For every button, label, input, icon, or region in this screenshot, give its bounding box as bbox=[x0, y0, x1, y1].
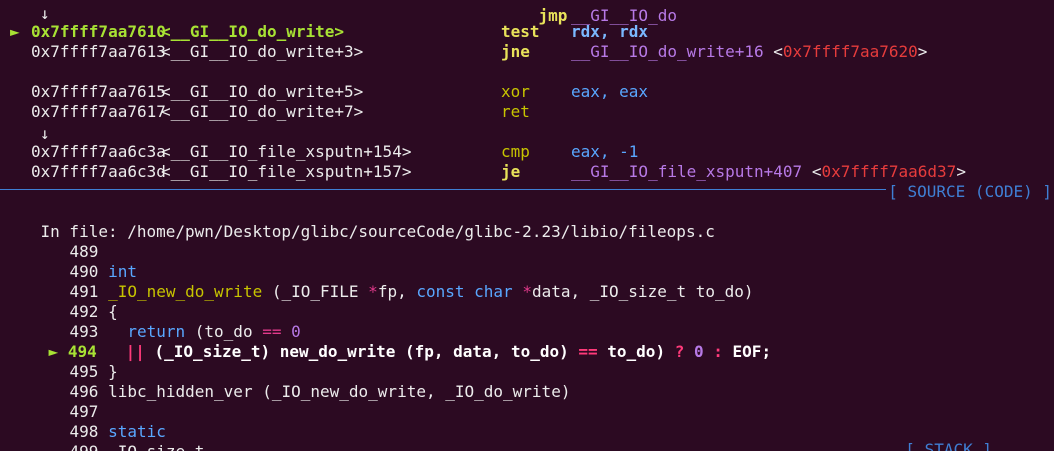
source-text: || (_IO_size_t) new_do_write (fp, data, … bbox=[125, 342, 772, 361]
disasm-operands: eax, -1 bbox=[571, 142, 639, 161]
stack-section-label: [ STACK ] bbox=[905, 440, 992, 451]
current-instruction-marker-icon: ► bbox=[10, 22, 20, 41]
source-line: 497 bbox=[31, 382, 99, 421]
disasm-operands: __GI__IO_do_write+16 <0x7ffff7aa7620> bbox=[571, 42, 928, 61]
disasm-mnemonic: jne bbox=[501, 42, 530, 61]
disasm-symbol: <__GI__IO_do_write> bbox=[161, 22, 345, 41]
jump-target-address: 0x7ffff7aa6d37 bbox=[821, 162, 957, 181]
flow-arrow-icon: ↓ bbox=[40, 4, 50, 23]
disasm-symbol: <__GI__IO_do_write+3> bbox=[161, 42, 364, 61]
disasm-row: 0x7ffff7aa6c3a <__GI__IO_file_xsputn+154… bbox=[0, 142, 1054, 162]
disasm-mnemonic: test bbox=[501, 22, 540, 41]
disasm-mnemonic: ret bbox=[501, 102, 530, 121]
disasm-symbol: <__GI__IO_file_xsputn+154> bbox=[161, 142, 412, 161]
disasm-symbol: <__GI__IO_do_write+5> bbox=[161, 82, 364, 101]
disasm-mnemonic: cmp bbox=[501, 142, 530, 161]
disasm-mnemonic: xor bbox=[501, 82, 530, 101]
flow-arrow-icon: ↓ bbox=[40, 124, 50, 143]
disasm-operands: __GI__IO_file_xsputn+407 <0x7ffff7aa6d37… bbox=[571, 162, 966, 181]
disasm-address: 0x7ffff7aa7610 bbox=[31, 22, 166, 41]
disasm-address: 0x7ffff7aa6c3d bbox=[31, 162, 166, 181]
disasm-operands: eax, eax bbox=[571, 82, 649, 101]
source-text: libc_hidden_ver (_IO_new_do_write, _IO_d… bbox=[108, 382, 571, 401]
source-line: 492 { bbox=[31, 282, 118, 321]
disasm-row-current: ► 0x7ffff7aa7610 <__GI__IO_do_write> tes… bbox=[0, 22, 1054, 42]
disasm-symbol: <__GI__IO_do_write+7> bbox=[161, 102, 364, 121]
disasm-row: 0x7ffff7aa7617 <__GI__IO_do_write+7> ret bbox=[0, 102, 1054, 122]
source-line: 498 static bbox=[31, 402, 166, 441]
source-file-path: /home/pwn/Desktop/glibc/sourceCode/glibc… bbox=[127, 222, 715, 241]
disasm-row: 0x7ffff7aa6c3d <__GI__IO_file_xsputn+157… bbox=[0, 162, 1054, 182]
source-line: 496 libc_hidden_ver (_IO_new_do_write, _… bbox=[31, 362, 571, 401]
source-text: _IO_size_t bbox=[108, 442, 204, 451]
disasm-symbol: <__GI__IO_file_xsputn+157> bbox=[161, 162, 412, 181]
line-number: 499 bbox=[70, 442, 99, 451]
gdb-terminal: jmp __GI__IO_do ↓ ► 0x7ffff7aa7610 <__GI… bbox=[0, 0, 1054, 451]
source-line: 495 } bbox=[31, 342, 118, 381]
source-line: 491 _IO_new_do_write (_IO_FILE *fp, cons… bbox=[31, 262, 754, 301]
disasm-address: 0x7ffff7aa7615 bbox=[31, 82, 166, 101]
source-text: _IO_new_do_write (_IO_FILE *fp, const ch… bbox=[108, 282, 754, 301]
disasm-address: 0x7ffff7aa7613 bbox=[31, 42, 166, 61]
disasm-address: 0x7ffff7aa6c3a bbox=[31, 142, 166, 161]
disasm-row: 0x7ffff7aa7613 <__GI__IO_do_write+3> jne… bbox=[0, 42, 1054, 62]
source-line: 493 return (to_do == 0 bbox=[31, 302, 301, 341]
source-line: 499 _IO_size_t bbox=[31, 422, 205, 451]
source-section-label: [ SOURCE (CODE) ] bbox=[886, 182, 1054, 202]
jump-target-address: 0x7ffff7aa7620 bbox=[782, 42, 918, 61]
disasm-row: 0x7ffff7aa7615 <__GI__IO_do_write+5> xor… bbox=[0, 82, 1054, 102]
disasm-mnemonic: je bbox=[501, 162, 521, 181]
source-line: 490 int bbox=[31, 242, 137, 281]
source-line-current: ► 494 || (_IO_size_t) new_do_write (fp, … bbox=[10, 322, 1050, 361]
source-line: 489 bbox=[31, 222, 99, 261]
source-file-path-line: In file: /home/pwn/Desktop/glibc/sourceC… bbox=[2, 202, 715, 241]
disasm-address: 0x7ffff7aa7617 bbox=[31, 102, 166, 121]
disasm-operands: rdx, rdx bbox=[571, 22, 649, 41]
